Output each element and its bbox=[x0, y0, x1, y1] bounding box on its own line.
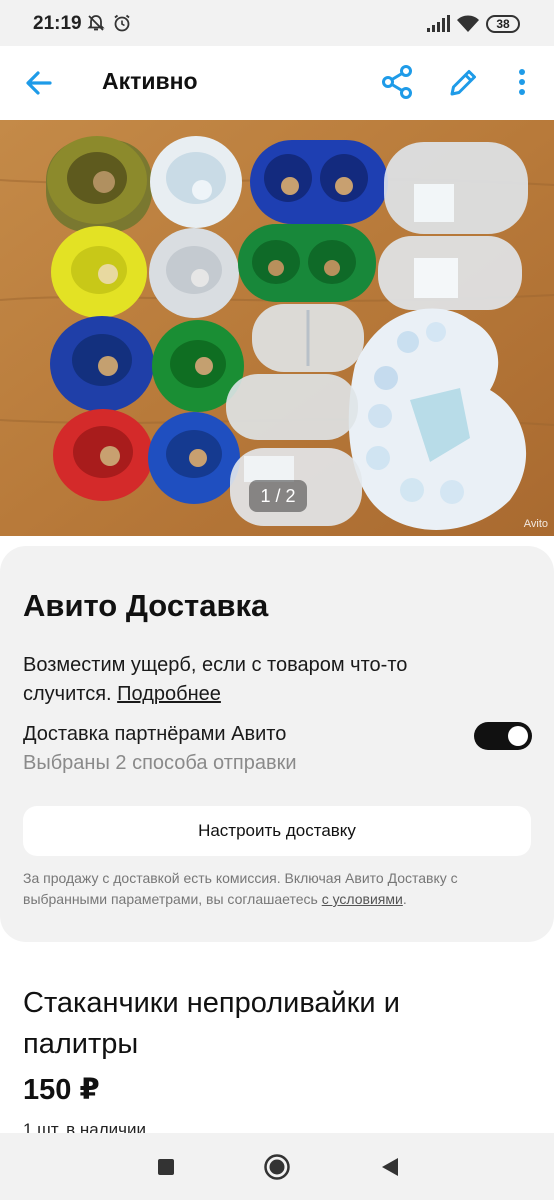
toggle-knob bbox=[508, 726, 528, 746]
avito-watermark: Avito bbox=[523, 518, 548, 530]
edit-pencil-icon[interactable] bbox=[446, 64, 480, 100]
battery-icon: 38 bbox=[486, 15, 520, 33]
delivery-card: Авито Доставка Возместим ущерб, если с т… bbox=[0, 546, 554, 942]
listing-title: Стаканчики непроливайки и палитры bbox=[23, 987, 400, 1060]
commission-note-end: . bbox=[402, 891, 407, 907]
share-icon[interactable] bbox=[380, 64, 414, 100]
delivery-title: Авито Доставка bbox=[23, 588, 269, 623]
photo-counter: 1 / 2 bbox=[249, 480, 307, 512]
product-photo[interactable]: 1 / 2 Avito bbox=[0, 120, 554, 536]
recents-square-icon[interactable] bbox=[152, 1153, 180, 1181]
app-bar: Активно bbox=[0, 46, 554, 120]
bell-off-icon bbox=[86, 13, 106, 38]
alarm-icon bbox=[112, 13, 132, 38]
system-nav-bar bbox=[0, 1133, 554, 1200]
wifi-icon bbox=[456, 14, 480, 39]
product-photo-image bbox=[0, 120, 554, 536]
back-triangle-icon[interactable] bbox=[376, 1153, 404, 1181]
signal-icon bbox=[426, 15, 450, 38]
delivery-description: Возместим ущерб, если с товаром что-то с… bbox=[23, 651, 493, 709]
home-circle-icon[interactable] bbox=[263, 1153, 291, 1181]
status-bar: 21:19 38 bbox=[0, 0, 554, 46]
status-time: 21:19 bbox=[33, 13, 82, 34]
partners-delivery-toggle[interactable] bbox=[474, 722, 532, 750]
back-arrow-icon[interactable] bbox=[22, 66, 56, 100]
commission-note: За продажу с доставкой есть комиссия. Вк… bbox=[23, 868, 513, 910]
more-vertical-icon[interactable] bbox=[510, 64, 534, 100]
page-title: Активно bbox=[102, 68, 198, 94]
terms-link[interactable]: с условиями bbox=[322, 891, 403, 907]
more-info-link[interactable]: Подробнее bbox=[117, 683, 221, 705]
listing-price: 150 ₽ bbox=[23, 1074, 100, 1106]
setup-delivery-button[interactable]: Настроить доставку bbox=[23, 806, 531, 856]
partners-delivery-label: Доставка партнёрами Авито bbox=[23, 723, 287, 745]
partners-delivery-sub: Выбраны 2 способа отправки bbox=[23, 752, 297, 774]
